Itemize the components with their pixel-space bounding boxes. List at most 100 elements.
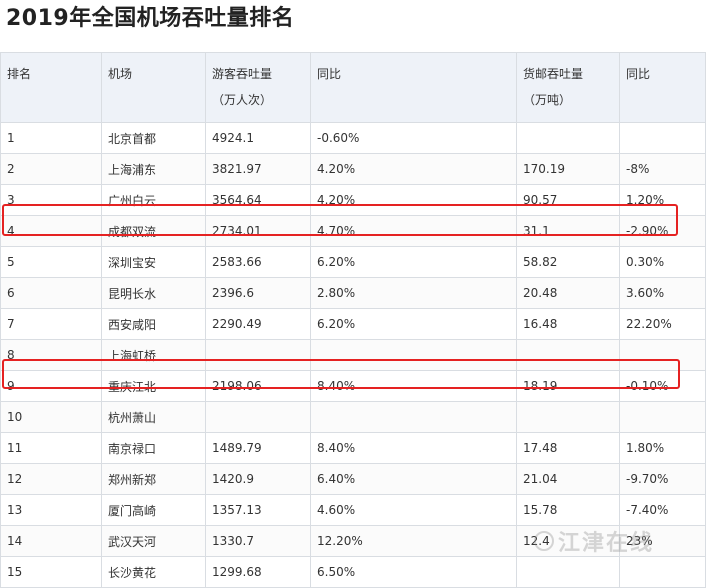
cell-passenger-yoy: 8.40% <box>310 370 517 402</box>
table-row: 14 武汉天河 1330.7 12.20% 12.4 23% <box>0 525 706 557</box>
cell-airport: 厦门高崎 <box>101 494 206 526</box>
table-row: 6 昆明长水 2396.6 2.80% 20.48 3.60% <box>0 277 706 309</box>
cell-cargo <box>516 556 620 588</box>
cell-rank: 5 <box>0 246 102 278</box>
page-title: 2019年全国机场吞吐量排名 <box>6 6 295 31</box>
header-cargo-yoy: 同比 <box>619 52 706 123</box>
cell-passenger-yoy: 6.20% <box>310 246 517 278</box>
cell-passenger-yoy: -0.60% <box>310 122 517 154</box>
cell-cargo-yoy: 1.80% <box>619 432 706 464</box>
header-passenger: 游客吞吐量 （万人次） <box>205 52 311 123</box>
cell-passenger-yoy: 8.40% <box>310 432 517 464</box>
cell-cargo: 20.48 <box>516 277 620 309</box>
cell-passenger: 1330.7 <box>205 525 311 557</box>
cell-cargo-yoy: 0.30% <box>619 246 706 278</box>
cell-airport: 北京首都 <box>101 122 206 154</box>
cell-cargo: 18.19 <box>516 370 620 402</box>
cell-passenger-yoy <box>310 339 517 371</box>
cell-passenger-yoy: 4.20% <box>310 184 517 216</box>
cell-airport: 深圳宝安 <box>101 246 206 278</box>
cell-cargo-yoy: 3.60% <box>619 277 706 309</box>
airport-ranking-table: 排名 机场 游客吞吐量 （万人次） 同比 货邮吞吐量 （万吨） 同比 1 北京首都… <box>0 52 706 588</box>
airport-ranking-table-container: 排名 机场 游客吞吐量 （万人次） 同比 货邮吞吐量 （万吨） 同比 1 北京首都… <box>0 52 706 588</box>
header-passenger-yoy: 同比 <box>310 52 517 123</box>
table-row: 5 深圳宝安 2583.66 6.20% 58.82 0.30% <box>0 246 706 278</box>
cell-passenger-yoy: 4.20% <box>310 153 517 185</box>
cell-passenger: 2583.66 <box>205 246 311 278</box>
cell-passenger-yoy: 6.40% <box>310 463 517 495</box>
cell-passenger-yoy: 4.60% <box>310 494 517 526</box>
cell-passenger: 1299.68 <box>205 556 311 588</box>
table-row: 9 重庆江北 2198.06 8.40% 18.19 -0.10% <box>0 370 706 402</box>
cell-cargo-yoy: -9.70% <box>619 463 706 495</box>
cell-passenger: 4924.1 <box>205 122 311 154</box>
cell-cargo: 15.78 <box>516 494 620 526</box>
cell-cargo: 21.04 <box>516 463 620 495</box>
cell-rank: 9 <box>0 370 102 402</box>
table-row: 11 南京禄口 1489.79 8.40% 17.48 1.80% <box>0 432 706 464</box>
cell-cargo-yoy: -0.10% <box>619 370 706 402</box>
cell-cargo <box>516 401 620 433</box>
cell-cargo <box>516 122 620 154</box>
table-row: 4 成都双流 2734.01 4.70% 31.1 -2.90% <box>0 215 706 247</box>
cell-rank: 12 <box>0 463 102 495</box>
cell-cargo-yoy: -2.90% <box>619 215 706 247</box>
cell-cargo-yoy <box>619 122 706 154</box>
cell-rank: 3 <box>0 184 102 216</box>
cell-rank: 8 <box>0 339 102 371</box>
cell-passenger: 1420.9 <box>205 463 311 495</box>
cell-rank: 13 <box>0 494 102 526</box>
cell-airport: 广州白云 <box>101 184 206 216</box>
cell-airport: 上海虹桥 <box>101 339 206 371</box>
cell-cargo-yoy <box>619 556 706 588</box>
cell-rank: 6 <box>0 277 102 309</box>
cell-cargo-yoy: -7.40% <box>619 494 706 526</box>
cell-airport: 郑州新郑 <box>101 463 206 495</box>
cell-cargo: 31.1 <box>516 215 620 247</box>
cell-airport: 上海浦东 <box>101 153 206 185</box>
cell-passenger-yoy: 12.20% <box>310 525 517 557</box>
cell-rank: 7 <box>0 308 102 340</box>
table-row: 12 郑州新郑 1420.9 6.40% 21.04 -9.70% <box>0 463 706 495</box>
cell-cargo: 90.57 <box>516 184 620 216</box>
cell-rank: 14 <box>0 525 102 557</box>
cell-passenger: 2734.01 <box>205 215 311 247</box>
table-row: 1 北京首都 4924.1 -0.60% <box>0 122 706 154</box>
cell-passenger <box>205 339 311 371</box>
table-header: 排名 机场 游客吞吐量 （万人次） 同比 货邮吞吐量 （万吨） 同比 <box>0 52 706 123</box>
table-row: 15 长沙黄花 1299.68 6.50% <box>0 556 706 588</box>
header-passenger-unit: （万人次） <box>212 93 273 107</box>
cell-airport: 西安咸阳 <box>101 308 206 340</box>
table-row: 2 上海浦东 3821.97 4.20% 170.19 -8% <box>0 153 706 185</box>
table-row: 7 西安咸阳 2290.49 6.20% 16.48 22.20% <box>0 308 706 340</box>
cell-rank: 4 <box>0 215 102 247</box>
header-cargo-label: 货邮吞吐量 <box>523 67 584 81</box>
cell-cargo-yoy: 23% <box>619 525 706 557</box>
cell-passenger: 1489.79 <box>205 432 311 464</box>
table-body: 1 北京首都 4924.1 -0.60% 2 上海浦东 3821.97 4.20% 170.19… <box>0 122 706 588</box>
cell-airport: 长沙黄花 <box>101 556 206 588</box>
cell-passenger: 1357.13 <box>205 494 311 526</box>
cell-cargo-yoy: 1.20% <box>619 184 706 216</box>
table-row: 3 广州白云 3564.64 4.20% 90.57 1.20% <box>0 184 706 216</box>
cell-cargo: 16.48 <box>516 308 620 340</box>
cell-passenger: 2198.06 <box>205 370 311 402</box>
header-passenger-label: 游客吞吐量 <box>212 67 273 81</box>
cell-rank: 11 <box>0 432 102 464</box>
table-header-row: 排名 机场 游客吞吐量 （万人次） 同比 货邮吞吐量 （万吨） 同比 <box>0 52 706 123</box>
cell-airport: 武汉天河 <box>101 525 206 557</box>
cell-cargo-yoy: -8% <box>619 153 706 185</box>
cell-passenger-yoy: 6.50% <box>310 556 517 588</box>
cell-cargo-yoy: 22.20% <box>619 308 706 340</box>
cell-airport: 杭州萧山 <box>101 401 206 433</box>
cell-passenger: 3564.64 <box>205 184 311 216</box>
cell-airport: 南京禄口 <box>101 432 206 464</box>
cell-passenger <box>205 401 311 433</box>
cell-passenger-yoy: 6.20% <box>310 308 517 340</box>
cell-cargo: 170.19 <box>516 153 620 185</box>
header-rank: 排名 <box>0 52 102 123</box>
cell-cargo: 17.48 <box>516 432 620 464</box>
cell-airport: 成都双流 <box>101 215 206 247</box>
table-row: 10 杭州萧山 <box>0 401 706 433</box>
cell-airport: 昆明长水 <box>101 277 206 309</box>
